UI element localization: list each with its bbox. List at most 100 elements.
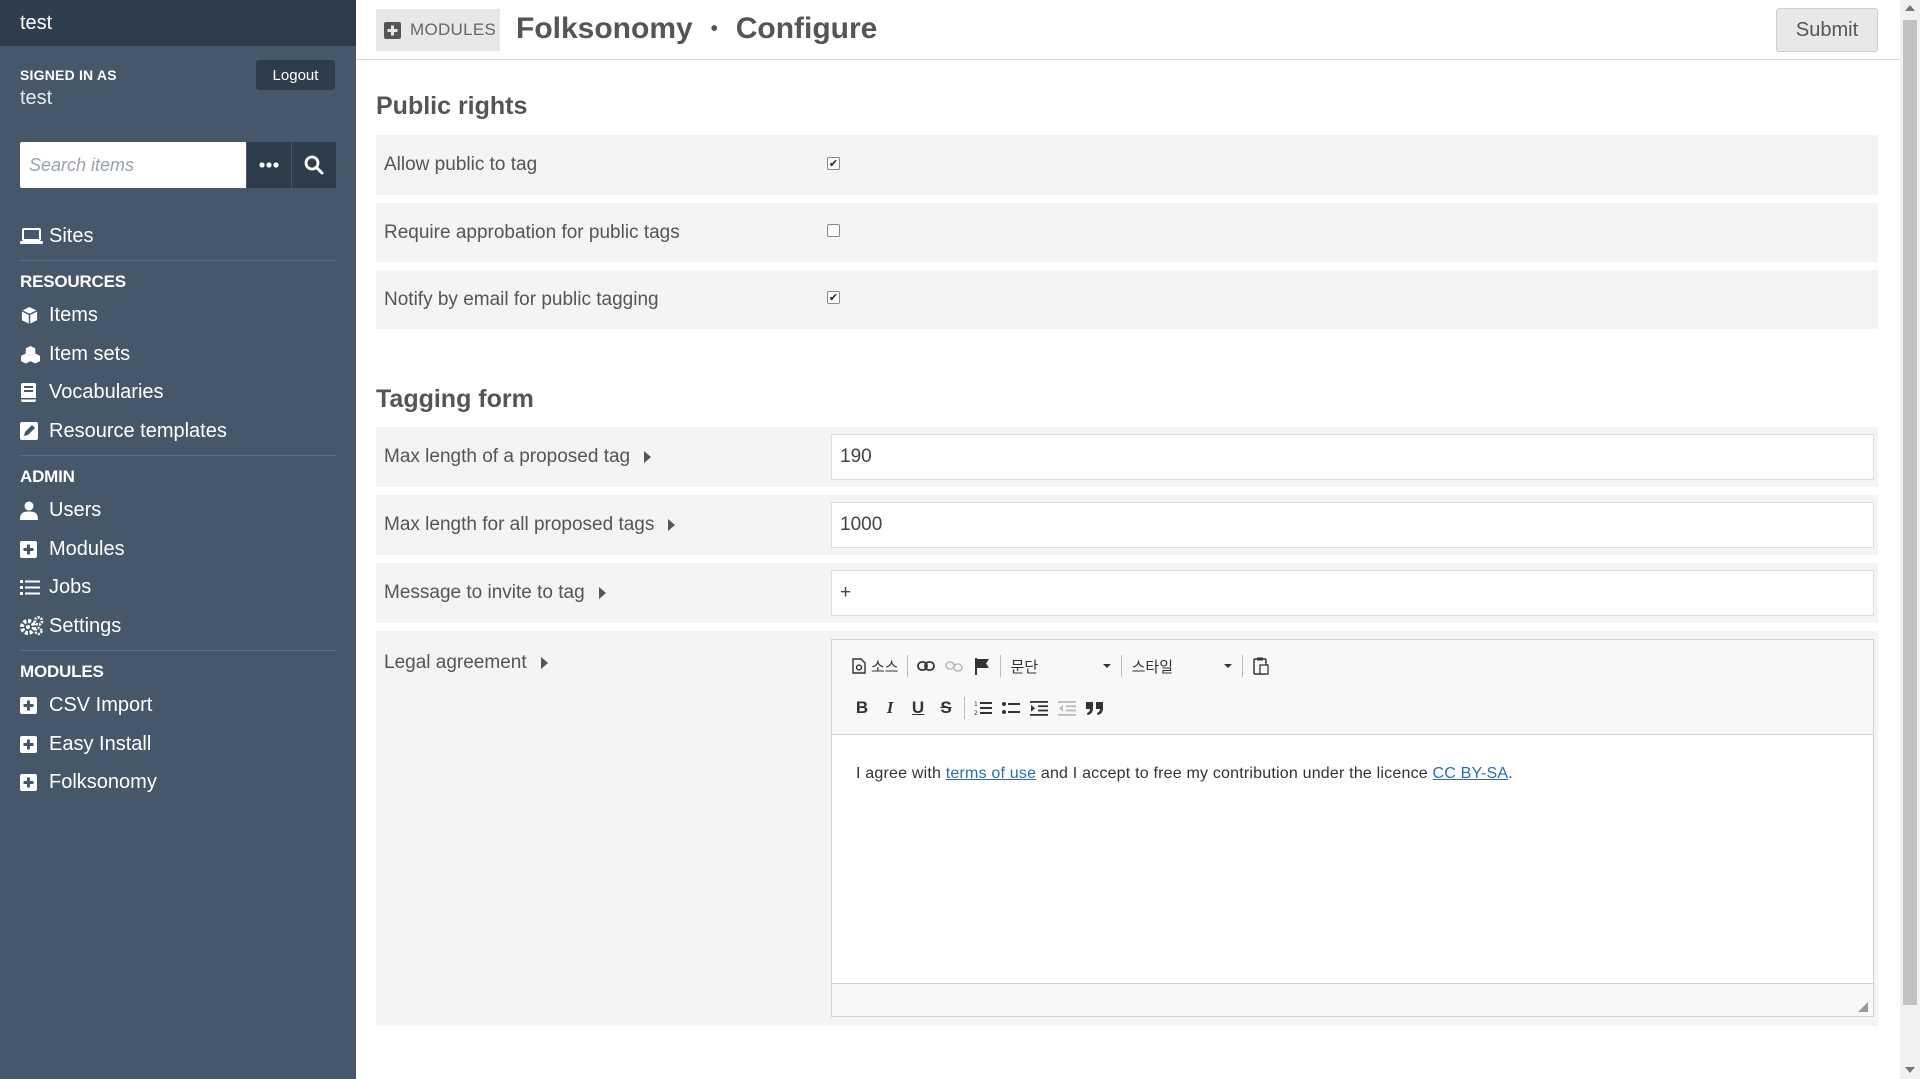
numbered-list-button[interactable]: 12 bbox=[969, 694, 997, 722]
ellipsis-icon bbox=[259, 162, 279, 168]
editor-content-area[interactable]: I agree with terms of use and I accept t… bbox=[832, 735, 1873, 984]
outdent-button[interactable] bbox=[1053, 694, 1081, 722]
underline-button[interactable]: U bbox=[904, 694, 932, 722]
search-submit-button[interactable] bbox=[292, 142, 336, 188]
field-label[interactable]: Message to invite to tag bbox=[384, 582, 606, 604]
nav-item-item-sets[interactable]: Item sets bbox=[20, 335, 336, 374]
source-button[interactable]: 소스 bbox=[848, 652, 903, 680]
nav-item-easy-install[interactable]: Easy Install bbox=[20, 725, 336, 764]
notify-email-checkbox[interactable]: ✔ bbox=[827, 291, 840, 304]
field-require-approbation: Require approbation for public tags bbox=[376, 203, 1878, 262]
source-icon bbox=[852, 658, 866, 674]
format-dropdown[interactable]: 문단 bbox=[1005, 652, 1117, 680]
link-button[interactable] bbox=[912, 652, 940, 680]
editor-status-bar bbox=[832, 983, 1873, 1016]
anchor-button[interactable] bbox=[968, 652, 996, 680]
scroll-down-arrow-icon[interactable] bbox=[1905, 1067, 1915, 1073]
nav-item-label: Vocabularies bbox=[49, 381, 164, 404]
nav-item-items[interactable]: Items bbox=[20, 297, 336, 336]
blockquote-button[interactable] bbox=[1081, 694, 1109, 722]
nav-item-label: Items bbox=[49, 304, 98, 327]
page-title-module: Folksonomy bbox=[516, 12, 693, 45]
max-length-all-tags-input[interactable] bbox=[831, 502, 1874, 548]
caret-right-icon[interactable] bbox=[668, 519, 676, 531]
field-notify-by-email: Notify by email for public tagging ✔ bbox=[376, 270, 1878, 329]
source-label: 소스 bbox=[871, 658, 899, 676]
breadcrumb-label: MODULES bbox=[410, 20, 497, 39]
resize-grip-icon[interactable] bbox=[1858, 1002, 1868, 1012]
outdent-icon bbox=[1058, 700, 1076, 716]
breadcrumb-modules[interactable]: MODULES bbox=[376, 9, 500, 51]
cubes-icon bbox=[20, 345, 49, 364]
field-label[interactable]: Legal agreement bbox=[384, 652, 548, 674]
unlink-button[interactable] bbox=[940, 652, 968, 680]
field-label: Notify by email for public tagging bbox=[384, 289, 659, 311]
search-input[interactable] bbox=[20, 142, 246, 188]
sidebar: test SIGNED IN AS test Logout Sites RESO… bbox=[0, 0, 356, 1079]
user-name[interactable]: test bbox=[20, 87, 52, 110]
nav-divider bbox=[20, 454, 336, 456]
editor-text: and I accept to free my contribution und… bbox=[1036, 765, 1433, 782]
field-label-text: Max length of a proposed tag bbox=[384, 446, 631, 467]
search-icon bbox=[304, 155, 324, 175]
allow-public-checkbox[interactable]: ✔ bbox=[827, 157, 840, 170]
field-label[interactable]: Max length of a proposed tag bbox=[384, 446, 652, 468]
terms-of-use-link[interactable]: terms of use bbox=[946, 765, 1036, 782]
section-title-public-rights: Public rights bbox=[376, 92, 528, 120]
link-icon bbox=[916, 661, 935, 671]
message-invite-input[interactable] bbox=[831, 570, 1874, 616]
submit-button[interactable]: Submit bbox=[1776, 8, 1878, 52]
indent-button[interactable] bbox=[1025, 694, 1053, 722]
page-header: MODULES Folksonomy • Configure Submit bbox=[356, 0, 1900, 60]
italic-button[interactable]: I bbox=[876, 694, 904, 722]
nav-item-users[interactable]: Users bbox=[20, 492, 336, 531]
nav-item-label: Folksonomy bbox=[49, 771, 157, 794]
nav-item-sites[interactable]: Sites bbox=[20, 217, 336, 256]
scroll-up-arrow-icon[interactable] bbox=[1905, 5, 1915, 11]
nav-item-modules[interactable]: Modules bbox=[20, 530, 336, 569]
user-icon bbox=[20, 501, 49, 521]
nav-item-settings[interactable]: Settings bbox=[20, 607, 336, 646]
bold-button[interactable]: B bbox=[848, 694, 876, 722]
quote-icon bbox=[1086, 701, 1103, 715]
advanced-search-button[interactable] bbox=[247, 142, 291, 188]
paste-from-word-button[interactable] bbox=[1247, 652, 1275, 680]
nav-item-label: Item sets bbox=[49, 342, 131, 365]
logout-button[interactable]: Logout bbox=[256, 60, 335, 90]
bulleted-list-button[interactable] bbox=[997, 694, 1025, 722]
style-dropdown-label: 스타일 bbox=[1131, 658, 1174, 676]
field-label: Allow public to tag bbox=[384, 154, 537, 176]
cube-icon bbox=[20, 306, 49, 325]
rich-text-editor: 소스 문단 스타일 B I U S 1 2 I agree with terms… bbox=[831, 639, 1874, 1017]
caret-right-icon[interactable] bbox=[540, 657, 548, 669]
nav-item-folksonomy[interactable]: Folksonomy bbox=[20, 764, 336, 803]
nav-item-label: Modules bbox=[49, 537, 125, 560]
nav-item-label: Sites bbox=[49, 224, 94, 247]
style-dropdown[interactable]: 스타일 bbox=[1126, 652, 1238, 680]
field-label[interactable]: Max length for all proposed tags bbox=[384, 514, 676, 536]
strikethrough-button[interactable]: S bbox=[932, 694, 960, 722]
caret-right-icon[interactable] bbox=[644, 451, 652, 463]
flag-icon bbox=[974, 657, 989, 675]
nav-item-label: Easy Install bbox=[49, 732, 152, 755]
toolbar-separator bbox=[1241, 655, 1243, 677]
main-content: MODULES Folksonomy • Configure Submit Pu… bbox=[356, 0, 1900, 1079]
max-length-tag-input[interactable] bbox=[831, 434, 1874, 480]
cogs-icon bbox=[20, 616, 49, 636]
site-name[interactable]: test bbox=[0, 0, 356, 46]
cc-by-sa-link[interactable]: CC BY-SA bbox=[1433, 765, 1509, 782]
book-icon bbox=[20, 383, 49, 403]
nav-item-vocabularies[interactable]: Vocabularies bbox=[20, 374, 336, 413]
scrollbar-thumb[interactable] bbox=[1903, 20, 1917, 1005]
caret-right-icon[interactable] bbox=[598, 587, 606, 599]
laptop-icon bbox=[20, 227, 49, 245]
checkmark-icon: ✔ bbox=[828, 158, 839, 170]
nav-item-csv-import[interactable]: CSV Import bbox=[20, 687, 336, 726]
nav-item-resource-templates[interactable]: Resource templates bbox=[20, 412, 336, 451]
page-scrollbar[interactable] bbox=[1900, 0, 1920, 1079]
page-title: Folksonomy • Configure bbox=[516, 12, 877, 46]
toolbar-row-2: B I U S 12 bbox=[848, 694, 1109, 722]
field-label-text: Require approbation for public tags bbox=[384, 222, 680, 243]
require-approbation-checkbox[interactable] bbox=[827, 224, 840, 237]
nav-item-jobs[interactable]: Jobs bbox=[20, 569, 336, 608]
